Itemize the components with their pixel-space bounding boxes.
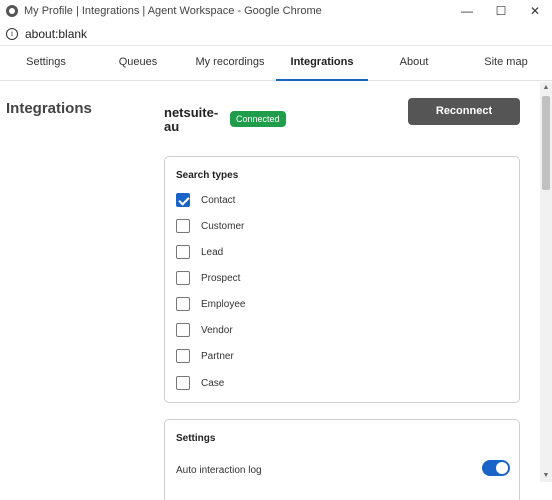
info-icon[interactable]: i xyxy=(6,27,18,40)
checkbox-label: Contact xyxy=(201,194,236,206)
tab-site-map[interactable]: Site map xyxy=(460,46,552,81)
setting-row-auto-interaction-log: Auto interaction log xyxy=(176,460,510,476)
checkbox-label: Partner xyxy=(201,350,234,362)
scroll-thumb[interactable] xyxy=(542,96,550,190)
checkbox-label: Prospect xyxy=(201,272,241,284)
checkbox[interactable] xyxy=(176,323,190,337)
window-controls: — ☐ ✕ xyxy=(450,0,552,22)
close-button[interactable]: ✕ xyxy=(518,0,552,22)
checkbox-row-case[interactable]: Case xyxy=(176,376,224,390)
tab-integrations[interactable]: Integrations xyxy=(276,46,368,81)
main-content: Integrations netsuite-au Connected Recon… xyxy=(0,82,540,500)
chrome-icon xyxy=(6,5,18,17)
reconnect-button[interactable]: Reconnect xyxy=(408,98,520,125)
checkbox-row-customer[interactable]: Customer xyxy=(176,219,244,233)
checkbox-row-partner[interactable]: Partner xyxy=(176,349,234,363)
window-titlebar: My Profile | Integrations | Agent Worksp… xyxy=(0,0,552,22)
page-title: Integrations xyxy=(6,100,92,117)
page-scrollbar[interactable]: ▲ ▼ xyxy=(540,82,552,482)
search-types-card: Search types Contact Customer Lead Prosp… xyxy=(164,156,520,403)
tab-my-recordings[interactable]: My recordings xyxy=(184,46,276,81)
checkbox[interactable] xyxy=(176,245,190,259)
tab-queues[interactable]: Queues xyxy=(92,46,184,81)
setting-label: Auto interaction log xyxy=(176,465,262,476)
window-title: My Profile | Integrations | Agent Worksp… xyxy=(24,5,322,17)
status-badge: Connected xyxy=(230,111,286,127)
tab-about[interactable]: About xyxy=(368,46,460,81)
checkbox[interactable] xyxy=(176,271,190,285)
top-nav: Settings Queues My recordings Integratio… xyxy=(0,46,552,81)
checkbox-row-lead[interactable]: Lead xyxy=(176,245,223,259)
checkbox-label: Vendor xyxy=(201,324,233,336)
address-bar[interactable]: i about:blank xyxy=(0,22,552,46)
checkbox[interactable] xyxy=(176,297,190,311)
checkbox-row-contact[interactable]: Contact xyxy=(176,193,235,207)
account-name: netsuite-au xyxy=(164,105,219,134)
checkbox-label: Employee xyxy=(201,298,246,310)
checkbox-row-prospect[interactable]: Prospect xyxy=(176,271,240,285)
checkbox-row-employee[interactable]: Employee xyxy=(176,297,245,311)
checkbox-label: Case xyxy=(201,377,225,389)
url-text[interactable]: about:blank xyxy=(25,27,87,41)
checkbox-row-vendor[interactable]: Vendor xyxy=(176,323,233,337)
auto-interaction-log-toggle[interactable] xyxy=(482,460,510,476)
checkbox[interactable] xyxy=(176,376,190,390)
search-types-title: Search types xyxy=(176,170,239,181)
maximize-button[interactable]: ☐ xyxy=(484,0,518,22)
checkbox[interactable] xyxy=(176,349,190,363)
scroll-down-arrow-icon[interactable]: ▼ xyxy=(540,470,552,482)
minimize-button[interactable]: — xyxy=(450,0,484,22)
settings-card: Settings Auto interaction log xyxy=(164,419,520,500)
tab-settings[interactable]: Settings xyxy=(0,46,92,81)
scroll-up-arrow-icon[interactable]: ▲ xyxy=(540,82,552,94)
settings-title: Settings xyxy=(176,433,216,444)
checkbox-label: Customer xyxy=(201,220,245,232)
checkbox[interactable] xyxy=(176,219,190,233)
checkbox[interactable] xyxy=(176,193,190,207)
checkbox-label: Lead xyxy=(201,246,224,258)
